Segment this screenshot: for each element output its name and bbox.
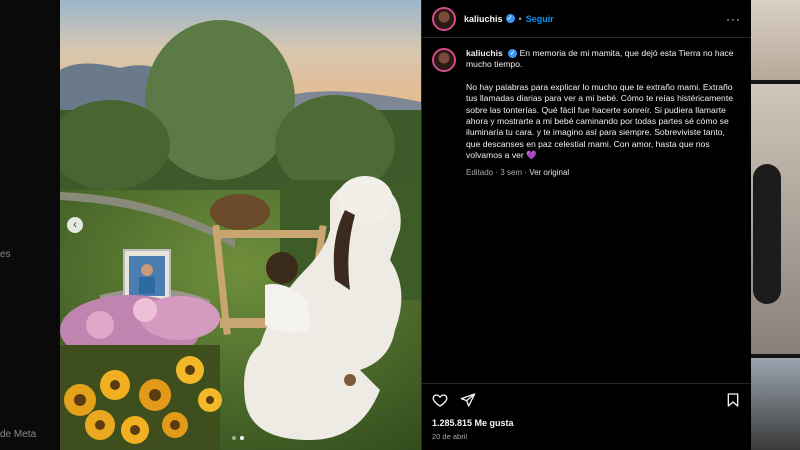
sidebar-partial-label: es <box>0 249 11 260</box>
post-date: 20 de abril <box>432 432 468 441</box>
carousel-dot-active <box>240 436 244 440</box>
post-photo <box>60 0 421 450</box>
caption-username[interactable]: kaliuchis <box>466 48 503 58</box>
caption-text-second: No hay palabras para explicar lo mucho q… <box>466 81 734 161</box>
background-feed-strip <box>751 0 800 450</box>
see-original-link[interactable]: Ver original <box>529 168 569 177</box>
caption-avatar[interactable] <box>432 48 456 72</box>
post-image <box>60 0 421 450</box>
verified-badge-icon: ✓ <box>508 49 518 59</box>
instagram-post-modal: es de Meta ‹ kaliuchis ✓ • Seguir ··· ka… <box>0 0 800 450</box>
background-thumbnail <box>751 358 800 450</box>
carousel-dot <box>232 436 236 440</box>
chevron-left-icon[interactable]: ‹ <box>67 217 83 233</box>
caption-text-first: En memoria de mi mamita, que dejó esta T… <box>466 48 734 70</box>
post-actions <box>422 383 751 411</box>
edited-label: Editado <box>466 167 494 177</box>
caption-body: kaliuchis ✓ En memoria de mi mamita, que… <box>466 48 741 178</box>
left-sidebar-backdrop: es de Meta <box>0 0 60 450</box>
post-details-panel: kaliuchis ✓ • Seguir ··· kaliuchis ✓ En … <box>421 0 751 450</box>
time-ago: 3 sem <box>500 167 523 177</box>
follow-button[interactable]: Seguir <box>526 14 554 24</box>
background-figure <box>753 164 781 304</box>
background-thumbnail <box>751 0 800 80</box>
verified-badge-icon: ✓ <box>505 14 515 23</box>
separator-dot: • <box>518 13 522 24</box>
caption-section: kaliuchis ✓ En memoria de mi mamita, que… <box>432 48 741 178</box>
sidebar-footer-partial-label: de Meta <box>0 429 37 440</box>
share-icon[interactable] <box>460 392 476 408</box>
carousel-dots <box>232 436 244 440</box>
more-horizontal-icon[interactable]: ··· <box>726 12 741 26</box>
post-header: kaliuchis ✓ • Seguir ··· <box>422 0 751 38</box>
heart-icon[interactable] <box>432 392 448 408</box>
username[interactable]: kaliuchis <box>464 14 503 24</box>
bookmark-icon[interactable] <box>725 392 741 408</box>
likes-count[interactable]: 1.285.815 Me gusta <box>432 418 514 428</box>
background-thumbnail <box>751 84 800 354</box>
flower-bouquet <box>60 295 222 450</box>
avatar[interactable] <box>432 6 456 31</box>
caption-meta: Editado · 3 sem · Ver original <box>466 167 741 178</box>
